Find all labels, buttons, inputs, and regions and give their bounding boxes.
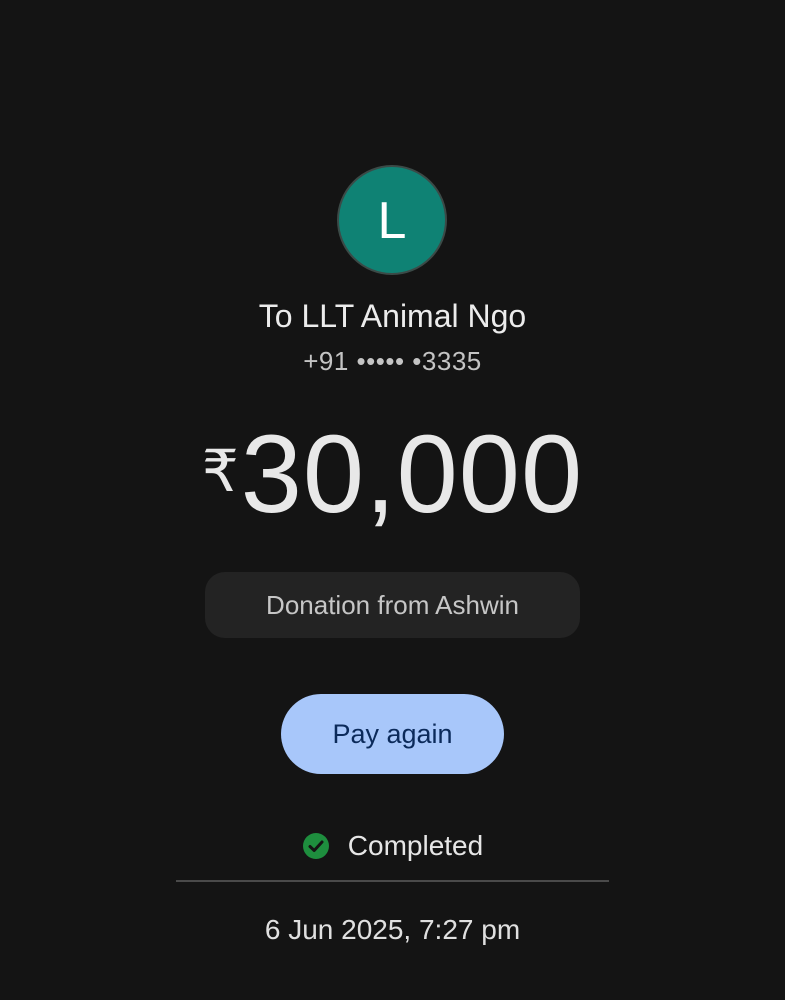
check-circle-icon: [302, 832, 330, 860]
payment-note: Donation from Ashwin: [205, 572, 580, 638]
payee-phone: +91 ••••• •3335: [303, 346, 482, 376]
payment-details-screen: L To LLT Animal Ngo +91 ••••• •3335 ₹ 30…: [0, 0, 785, 1000]
avatar-letter: L: [377, 192, 407, 250]
status-row: Completed: [0, 826, 785, 866]
divider: [176, 880, 609, 882]
avatar: L: [337, 165, 447, 275]
amount-value: 30,000: [240, 413, 584, 536]
transaction-datetime: 6 Jun 2025, 7:27 pm: [264, 914, 521, 945]
pay-again-button[interactable]: Pay again: [281, 694, 504, 774]
payee-name: To LLT Animal Ngo: [258, 298, 527, 334]
amount: ₹ 30,000: [0, 420, 785, 530]
currency-symbol: ₹: [201, 437, 239, 505]
status-label: Completed: [347, 830, 484, 861]
